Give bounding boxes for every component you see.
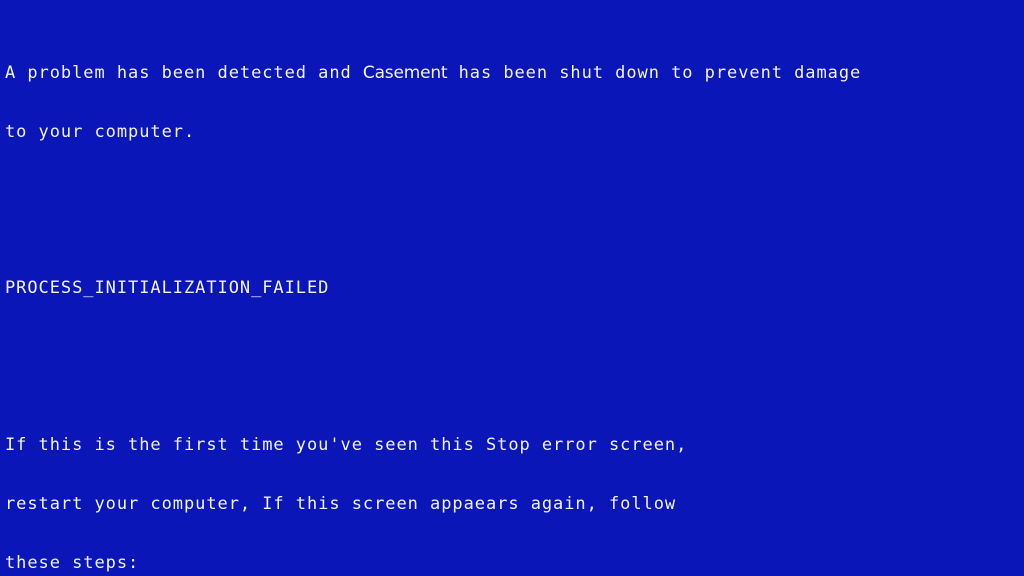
error-code: PROCESS_INITIALIZATION_FAILED bbox=[5, 278, 330, 299]
product-name-intro: Casement bbox=[362, 62, 448, 83]
first-time-line-3: these steps: bbox=[5, 552, 140, 573]
bsod-text-block: A problem has been detected and Casement… bbox=[5, 5, 1024, 576]
spacer-2 bbox=[5, 358, 1024, 378]
intro-line-2: to your computer. bbox=[5, 121, 196, 142]
intro-line-1: A problem has been detected and Casement… bbox=[5, 62, 1024, 84]
intro-line-1-prefix: A problem has been detected and bbox=[5, 62, 363, 83]
spacer-1 bbox=[5, 201, 1024, 221]
first-time-line-2: restart your computer, If this screen ap… bbox=[5, 493, 677, 514]
first-time-line-1: If this is the first time you've seen th… bbox=[5, 435, 688, 456]
bsod-screen: A problem has been detected and Casement… bbox=[0, 0, 1024, 576]
intro-line-1-suffix: has been shut down to prevent damage bbox=[447, 62, 862, 83]
